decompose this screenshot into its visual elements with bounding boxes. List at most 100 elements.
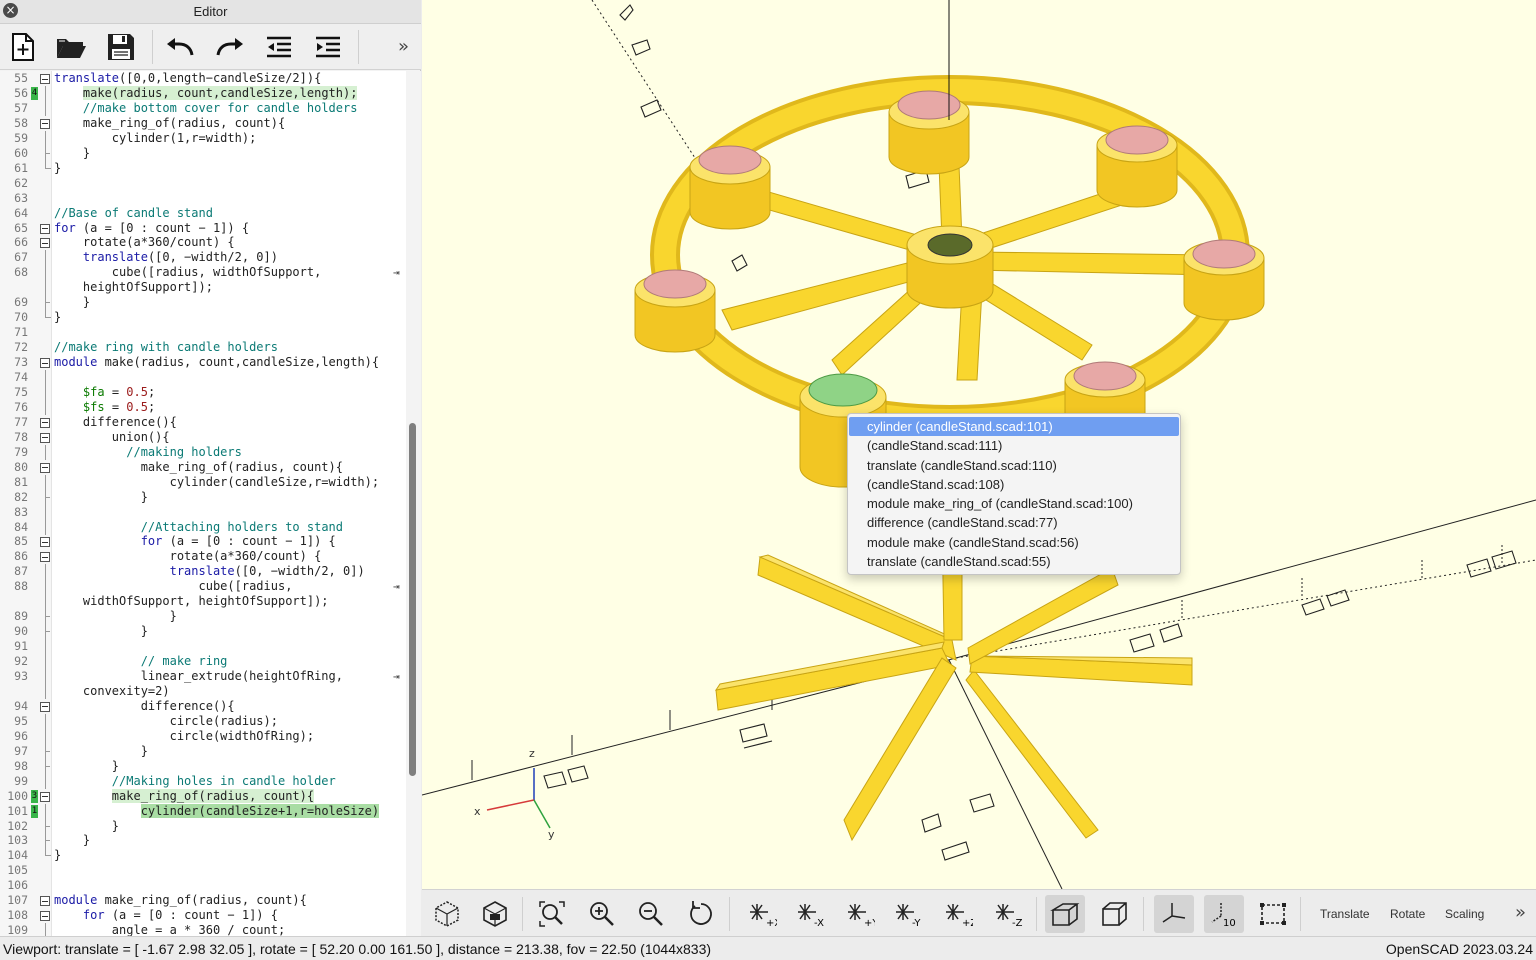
code-editor[interactable]: 55 translate([0,0,length−candleSize/2]){5…	[0, 71, 406, 936]
code-line[interactable]: 81 cylinder(candleSize,r=width);	[0, 474, 406, 490]
code-line[interactable]: 95 circle(radius);	[0, 713, 406, 729]
fold-toggle[interactable]	[40, 701, 50, 712]
code-line[interactable]: 69 }	[0, 295, 406, 311]
save-file-icon[interactable]	[104, 30, 138, 64]
code-line[interactable]: 104}	[0, 848, 406, 863]
fold-toggle[interactable]	[40, 74, 50, 84]
scaling-button[interactable]: Scaling	[1445, 907, 1484, 921]
fold-toggle[interactable]	[40, 358, 50, 369]
code-line[interactable]: 82 }	[0, 489, 406, 505]
context-menu-item[interactable]: (candleStand.scad:111)	[848, 436, 1180, 455]
code-line[interactable]: 98 }	[0, 758, 406, 774]
fold-toggle[interactable]	[40, 462, 50, 473]
context-menu-item[interactable]: translate (candleStand.scad:110)	[848, 456, 1180, 475]
code-line[interactable]: 92 // make ring	[0, 654, 406, 670]
code-line[interactable]: widthOfSupport, heightOfSupport]);	[0, 594, 406, 610]
open-file-icon[interactable]	[54, 30, 88, 64]
fold-toggle[interactable]	[40, 432, 50, 443]
view-left-icon[interactable]: -X	[790, 895, 830, 933]
code-line[interactable]: 105	[0, 863, 406, 878]
view-bottom-icon[interactable]: -Z	[988, 895, 1028, 933]
code-line[interactable]: 99 //Making holes in candle holder	[0, 773, 406, 789]
code-line[interactable]: 55 translate([0,0,length−candleSize/2]){	[0, 71, 406, 86]
code-line[interactable]: 66 rotate(a*360/count) {	[0, 235, 406, 250]
show-edges-icon[interactable]	[1253, 895, 1293, 933]
context-menu-item[interactable]: difference (candleStand.scad:77)	[848, 513, 1180, 532]
render-icon[interactable]	[475, 895, 515, 933]
code-line[interactable]: 76 $fs = 0.5;	[0, 399, 406, 415]
code-line[interactable]: 83	[0, 504, 406, 520]
code-line[interactable]: 74	[0, 370, 406, 385]
zoom-in-icon[interactable]	[582, 895, 622, 933]
code-line[interactable]: 87 translate([0, −width/2, 0])	[0, 564, 406, 580]
code-line[interactable]: 79 //making holders	[0, 444, 406, 460]
code-line[interactable]: 75 $fa = 0.5;	[0, 384, 406, 400]
code-line[interactable]: 85 for (a = [0 : count − 1]) {	[0, 534, 406, 549]
code-line[interactable]: 90 }	[0, 624, 406, 640]
code-line[interactable]: 65 for (a = [0 : count − 1]) {	[0, 221, 406, 236]
code-line[interactable]: 96 circle(widthOfRing);	[0, 728, 406, 744]
code-line[interactable]: 57 //make bottom cover for candle holder…	[0, 100, 406, 116]
fold-toggle[interactable]	[40, 417, 50, 428]
undo-icon[interactable]	[163, 30, 197, 64]
view-toolbar-overflow-button[interactable]: »	[1515, 902, 1526, 923]
editor-scrollbar-thumb[interactable]	[409, 423, 416, 776]
code-line[interactable]: 63	[0, 191, 406, 206]
code-line[interactable]: 72 //make ring with candle holders	[0, 340, 406, 355]
context-menu-item[interactable]: (candleStand.scad:108)	[848, 475, 1180, 494]
code-line[interactable]: 68 cube([radius, widthOfSupport, ⇥	[0, 265, 406, 281]
fold-toggle[interactable]	[40, 911, 50, 922]
code-line[interactable]: 88 cube([radius, ⇥	[0, 579, 406, 595]
code-line[interactable]: 101 1 cylinder(candleSize+1,r=holeSize)	[0, 803, 406, 819]
rotate-button[interactable]: Rotate	[1390, 907, 1425, 921]
perspective-icon[interactable]	[1045, 895, 1085, 933]
fold-toggle[interactable]	[40, 791, 50, 802]
preview-icon[interactable]	[427, 895, 467, 933]
unindent-icon[interactable]	[262, 30, 296, 64]
code-line[interactable]: 60 }	[0, 145, 406, 161]
context-menu-item[interactable]: module make (candleStand.scad:56)	[848, 533, 1180, 552]
redo-icon[interactable]	[213, 30, 247, 64]
code-line[interactable]: 84 //Attaching holders to stand	[0, 519, 406, 535]
code-line[interactable]: 106	[0, 878, 406, 893]
toolbar-overflow-button[interactable]: »	[398, 36, 409, 57]
translate-button[interactable]: Translate	[1320, 907, 1370, 921]
view-front-icon[interactable]: -Y	[888, 895, 928, 933]
code-line[interactable]: 71	[0, 325, 406, 340]
zoom-out-icon[interactable]	[631, 895, 671, 933]
code-line[interactable]: 64 //Base of candle stand	[0, 206, 406, 221]
view-top-icon[interactable]: +Z	[938, 895, 978, 933]
code-line[interactable]: 103 }	[0, 833, 406, 849]
orthogonal-icon[interactable]	[1095, 895, 1135, 933]
view-all-icon[interactable]	[532, 895, 572, 933]
show-scale-markers-icon[interactable]: 10	[1204, 895, 1244, 933]
code-line[interactable]: 91	[0, 639, 406, 655]
code-line[interactable]: 86 rotate(a*360/count) {	[0, 549, 406, 564]
code-line[interactable]: 67 translate([0, −width/2, 0])	[0, 250, 406, 266]
indent-icon[interactable]	[311, 30, 345, 64]
code-line[interactable]: 73 module make(radius, count,candleSize,l…	[0, 355, 406, 370]
new-file-icon[interactable]	[6, 30, 40, 64]
code-line[interactable]: 62	[0, 176, 406, 191]
code-line[interactable]: 78 union(){	[0, 430, 406, 445]
fold-toggle[interactable]	[40, 223, 50, 234]
fold-toggle[interactable]	[40, 896, 50, 907]
context-menu-item[interactable]: cylinder (candleStand.scad:101)	[849, 417, 1179, 437]
code-line[interactable]: 89 }	[0, 609, 406, 625]
code-line[interactable]: heightOfSupport]);	[0, 280, 406, 296]
code-line[interactable]: 94 difference(){	[0, 699, 406, 714]
fold-toggle[interactable]	[40, 118, 50, 129]
reset-view-icon[interactable]	[681, 895, 721, 933]
code-line[interactable]: 56 4 make(radius, count,candleSize,length…	[0, 85, 406, 101]
fold-toggle[interactable]	[40, 238, 50, 249]
code-line[interactable]: 108 for (a = [0 : count − 1]) {	[0, 908, 406, 923]
code-line[interactable]: 107 module make_ring_of(radius, count){	[0, 893, 406, 908]
context-menu-item[interactable]: translate (candleStand.scad:55)	[848, 552, 1180, 571]
show-axes-icon[interactable]	[1154, 895, 1194, 933]
code-line[interactable]: 93 linear_extrude(heightOfRing, ⇥	[0, 669, 406, 684]
fold-toggle[interactable]	[40, 537, 50, 548]
code-line[interactable]: 70}	[0, 310, 406, 325]
code-line[interactable]: 109 angle = a * 360 / count;	[0, 923, 406, 936]
fold-toggle[interactable]	[40, 552, 50, 563]
code-line[interactable]: 102 }	[0, 818, 406, 834]
